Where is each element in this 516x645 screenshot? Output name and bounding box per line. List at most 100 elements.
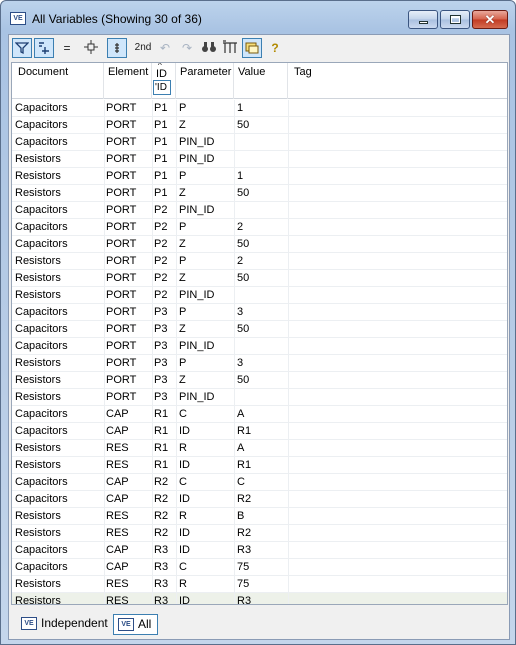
cell-tag[interactable]: [288, 423, 507, 439]
cell-tag[interactable]: [288, 253, 507, 269]
cell-tag[interactable]: [288, 236, 507, 252]
tab-independent[interactable]: VE Independent: [17, 614, 114, 635]
cell-tag[interactable]: [288, 219, 507, 235]
cell-tag[interactable]: [288, 389, 507, 405]
table-row[interactable]: Resistors RES R3 R 75: [12, 576, 507, 593]
cell-tag[interactable]: [288, 491, 507, 507]
cell-value[interactable]: 50: [234, 236, 288, 252]
table-row[interactable]: Resistors PORT P2 P 2: [12, 253, 507, 270]
cell-value[interactable]: 1: [234, 100, 288, 116]
cell-value[interactable]: [234, 338, 288, 354]
cell-tag[interactable]: [288, 185, 507, 201]
close-button[interactable]: ✕: [472, 10, 508, 29]
table-row[interactable]: Capacitors CAP R2 ID R2: [12, 491, 507, 508]
cell-value[interactable]: 75: [234, 576, 288, 592]
table-row[interactable]: Resistors RES R1 ID R1: [12, 457, 507, 474]
equals-icon[interactable]: =: [57, 38, 77, 58]
table-row[interactable]: Capacitors CAP R3 C 75: [12, 559, 507, 576]
cell-value[interactable]: 3: [234, 355, 288, 371]
cell-value[interactable]: R2: [234, 525, 288, 541]
table-row[interactable]: Capacitors CAP R3 ID R3: [12, 542, 507, 559]
maximize-button[interactable]: [440, 10, 470, 29]
cell-value[interactable]: [234, 202, 288, 218]
column-icon[interactable]: [107, 38, 127, 58]
table-row[interactable]: Resistors RES R1 R A: [12, 440, 507, 457]
cell-value[interactable]: 50: [234, 321, 288, 337]
cell-tag[interactable]: [288, 270, 507, 286]
cell-tag[interactable]: [288, 406, 507, 422]
cell-value[interactable]: [234, 134, 288, 150]
cell-value[interactable]: 3: [234, 304, 288, 320]
cell-tag[interactable]: [288, 440, 507, 456]
cell-value[interactable]: B: [234, 508, 288, 524]
undo-icon[interactable]: ↶: [155, 38, 175, 58]
cell-value[interactable]: 2: [234, 219, 288, 235]
table-row[interactable]: Capacitors PORT P3 P 3: [12, 304, 507, 321]
cell-value[interactable]: 50: [234, 185, 288, 201]
cell-value[interactable]: 50: [234, 372, 288, 388]
table-row[interactable]: Resistors PORT P3 P 3: [12, 355, 507, 372]
cell-value[interactable]: A: [234, 440, 288, 456]
cell-tag[interactable]: [288, 168, 507, 184]
table-row[interactable]: Capacitors PORT P2 P 2: [12, 219, 507, 236]
cell-tag[interactable]: [288, 474, 507, 490]
column-header-id[interactable]: ID ^ 'ID: [152, 63, 176, 99]
table-row[interactable]: Capacitors PORT P2 Z 50: [12, 236, 507, 253]
cell-tag[interactable]: [288, 542, 507, 558]
cell-value[interactable]: R3: [234, 542, 288, 558]
minimize-button[interactable]: [408, 10, 438, 29]
cell-tag[interactable]: [288, 593, 507, 604]
cell-tag[interactable]: [288, 287, 507, 303]
cell-tag[interactable]: [288, 134, 507, 150]
cell-value[interactable]: [234, 389, 288, 405]
cell-value[interactable]: C: [234, 474, 288, 490]
table-row[interactable]: Resistors PORT P2 Z 50: [12, 270, 507, 287]
cell-value[interactable]: [234, 287, 288, 303]
cell-value[interactable]: R1: [234, 423, 288, 439]
window-icon[interactable]: [242, 38, 262, 58]
tab-all[interactable]: VE All: [113, 614, 159, 635]
cell-value[interactable]: 2: [234, 253, 288, 269]
cell-value[interactable]: 50: [234, 270, 288, 286]
cell-tag[interactable]: [288, 304, 507, 320]
table-row[interactable]: Resistors PORT P1 Z 50: [12, 185, 507, 202]
table-row[interactable]: Capacitors PORT P1 P 1: [12, 100, 507, 117]
title-bar[interactable]: VE All Variables (Showing 30 of 36) ✕: [1, 1, 515, 31]
table-row[interactable]: Resistors RES R2 R B: [12, 508, 507, 525]
column-header-value[interactable]: Value: [234, 63, 288, 99]
cell-tag[interactable]: [288, 559, 507, 575]
table-row[interactable]: Capacitors PORT P1 PIN_ID: [12, 134, 507, 151]
column-header-parameter[interactable]: Parameter: [176, 63, 234, 99]
table-row[interactable]: Resistors PORT P1 P 1: [12, 168, 507, 185]
cell-tag[interactable]: [288, 151, 507, 167]
cell-value[interactable]: 50: [234, 117, 288, 133]
cell-tag[interactable]: [288, 525, 507, 541]
cell-value[interactable]: 1: [234, 168, 288, 184]
cell-value[interactable]: [234, 151, 288, 167]
cell-tag[interactable]: [288, 508, 507, 524]
cell-value[interactable]: R2: [234, 491, 288, 507]
second-order-icon[interactable]: 2nd: [131, 38, 155, 58]
cell-tag[interactable]: [288, 117, 507, 133]
column-header-document[interactable]: Document: [12, 63, 104, 99]
help-icon[interactable]: ?: [265, 38, 285, 58]
cell-tag[interactable]: [288, 338, 507, 354]
table-row[interactable]: Resistors RES R2 ID R2: [12, 525, 507, 542]
table-row[interactable]: Resistors PORT P3 PIN_ID: [12, 389, 507, 406]
cell-value[interactable]: R1: [234, 457, 288, 473]
column-header-element[interactable]: Element: [104, 63, 152, 99]
id-filter-input[interactable]: 'ID: [153, 80, 171, 95]
crosshair-icon[interactable]: [81, 38, 101, 58]
table-row[interactable]: Capacitors PORT P3 PIN_ID: [12, 338, 507, 355]
table-row[interactable]: Capacitors CAP R1 C A: [12, 406, 507, 423]
cell-tag[interactable]: [288, 457, 507, 473]
table-row[interactable]: Resistors PORT P2 PIN_ID: [12, 287, 507, 304]
column-header-tag[interactable]: Tag: [288, 63, 507, 99]
columns-icon[interactable]: [220, 38, 240, 58]
cell-tag[interactable]: [288, 355, 507, 371]
table-row[interactable]: Resistors PORT P3 Z 50: [12, 372, 507, 389]
cell-value[interactable]: A: [234, 406, 288, 422]
table-row[interactable]: Resistors RES R3 ID R3: [12, 593, 507, 604]
cell-tag[interactable]: [288, 321, 507, 337]
cell-value[interactable]: 75: [234, 559, 288, 575]
